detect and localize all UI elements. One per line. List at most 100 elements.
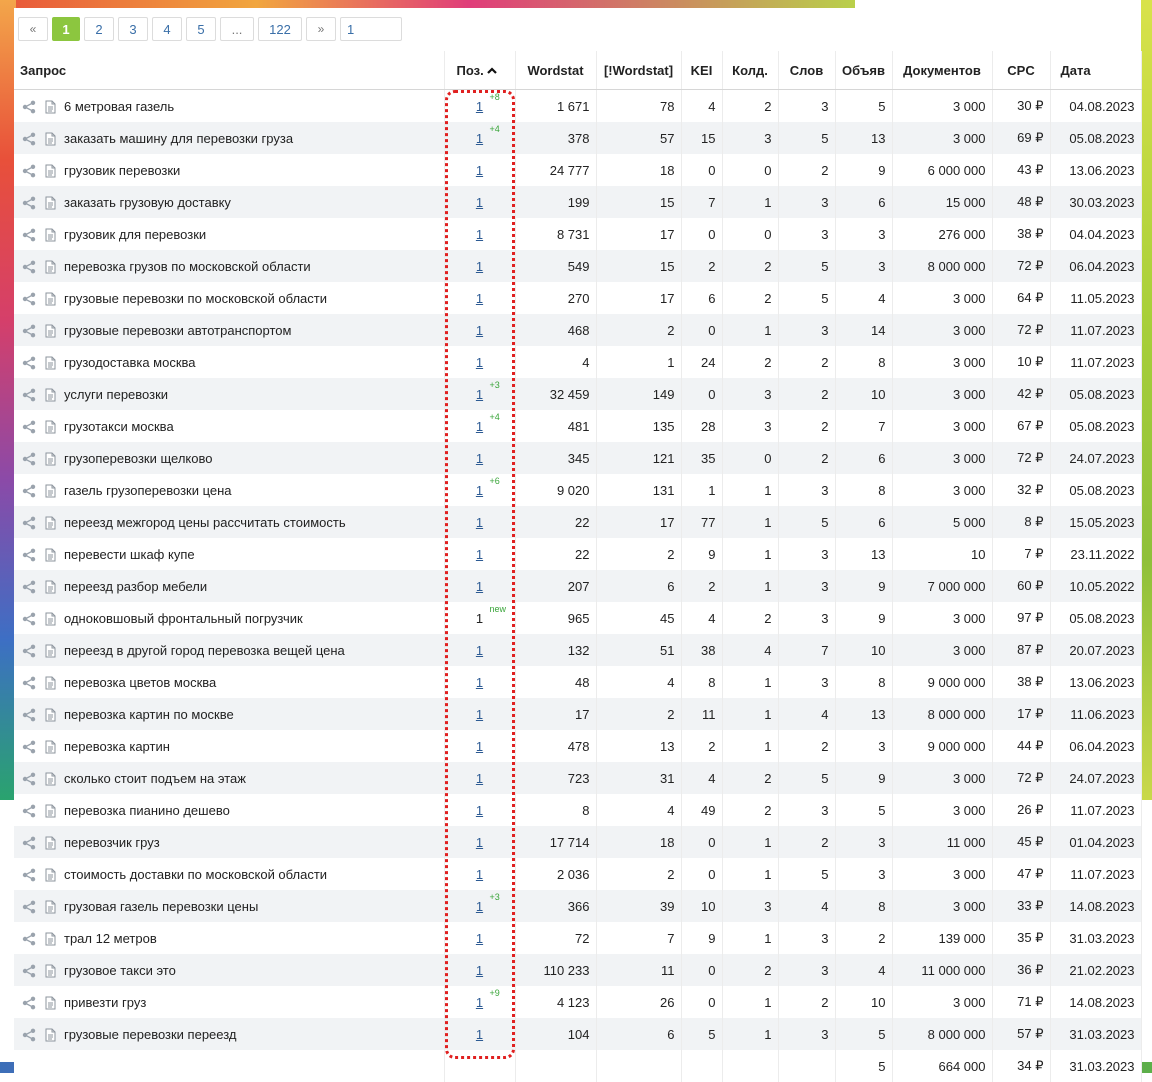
- col-header-pos[interactable]: Поз.: [444, 51, 515, 90]
- col-header-kei[interactable]: KEI: [681, 51, 722, 90]
- prev-page-button[interactable]: «: [18, 17, 48, 41]
- table-row[interactable]: грузовик перевозки124 7771800296 000 000…: [14, 154, 1141, 186]
- position-link[interactable]: 1: [476, 867, 483, 882]
- document-icon[interactable]: [43, 450, 57, 466]
- table-row[interactable]: сколько стоит подъем на этаж17233142593 …: [14, 762, 1141, 794]
- share-icon[interactable]: [22, 802, 36, 818]
- share-icon[interactable]: [22, 290, 36, 306]
- share-icon[interactable]: [22, 738, 36, 754]
- table-row[interactable]: грузовик для перевозки18 731170033276 00…: [14, 218, 1141, 250]
- document-icon[interactable]: [43, 770, 57, 786]
- share-icon[interactable]: [22, 130, 36, 146]
- share-icon[interactable]: [22, 418, 36, 434]
- position-link[interactable]: 1: [476, 963, 483, 978]
- document-icon[interactable]: [43, 354, 57, 370]
- share-icon[interactable]: [22, 162, 36, 178]
- position-link[interactable]: 1: [476, 675, 483, 690]
- position-link[interactable]: 1: [476, 739, 483, 754]
- share-icon[interactable]: [22, 706, 36, 722]
- document-icon[interactable]: [43, 514, 57, 530]
- share-icon[interactable]: [22, 386, 36, 402]
- position-link[interactable]: 1: [476, 323, 483, 338]
- table-row[interactable]: заказать грузовую доставку119915713615 0…: [14, 186, 1141, 218]
- table-row[interactable]: грузотакси москва1+4481135283273 00067 ₽…: [14, 410, 1141, 442]
- table-row[interactable]: грузовая газель перевозки цены1+33663910…: [14, 890, 1141, 922]
- table-row[interactable]: газель грузоперевозки цена1+69 020131113…: [14, 474, 1141, 506]
- share-icon[interactable]: [22, 258, 36, 274]
- position-link[interactable]: 1: [476, 131, 483, 146]
- document-icon[interactable]: [43, 738, 57, 754]
- position-link[interactable]: 1: [476, 99, 483, 114]
- document-icon[interactable]: [43, 674, 57, 690]
- share-icon[interactable]: [22, 1026, 36, 1042]
- col-header-kold[interactable]: Колд.: [722, 51, 778, 90]
- table-row[interactable]: перевозка картин14781321239 000 00044 ₽0…: [14, 730, 1141, 762]
- document-icon[interactable]: [43, 418, 57, 434]
- table-row[interactable]: перевозка цветов москва148481389 000 000…: [14, 666, 1141, 698]
- share-icon[interactable]: [22, 482, 36, 498]
- next-page-button[interactable]: »: [306, 17, 336, 41]
- position-link[interactable]: 1: [476, 163, 483, 178]
- page-button-5[interactable]: 5: [186, 17, 216, 41]
- document-icon[interactable]: [43, 642, 57, 658]
- share-icon[interactable]: [22, 610, 36, 626]
- share-icon[interactable]: [22, 962, 36, 978]
- position-link[interactable]: 1: [476, 579, 483, 594]
- position-link[interactable]: 1: [476, 227, 483, 242]
- share-icon[interactable]: [22, 578, 36, 594]
- document-icon[interactable]: [43, 866, 57, 882]
- document-icon[interactable]: [43, 130, 57, 146]
- share-icon[interactable]: [22, 450, 36, 466]
- col-header-date[interactable]: Дата: [1050, 51, 1141, 90]
- document-icon[interactable]: [43, 226, 57, 242]
- table-row[interactable]: грузовые перевозки по московской области…: [14, 282, 1141, 314]
- document-icon[interactable]: [43, 994, 57, 1010]
- position-link[interactable]: 1: [476, 451, 483, 466]
- table-row[interactable]: переезд в другой город перевозка вещей ц…: [14, 634, 1141, 666]
- col-header-cpc[interactable]: CPC: [992, 51, 1050, 90]
- share-icon[interactable]: [22, 834, 36, 850]
- table-row[interactable]: одноковшовый фронтальный погрузчик1new96…: [14, 602, 1141, 634]
- share-icon[interactable]: [22, 546, 36, 562]
- share-icon[interactable]: [22, 866, 36, 882]
- document-icon[interactable]: [43, 290, 57, 306]
- table-row[interactable]: перевозка картин по москве11721114138 00…: [14, 698, 1141, 730]
- share-icon[interactable]: [22, 98, 36, 114]
- position-link[interactable]: 1: [476, 195, 483, 210]
- page-number-input[interactable]: [340, 17, 402, 41]
- share-icon[interactable]: [22, 642, 36, 658]
- share-icon[interactable]: [22, 994, 36, 1010]
- table-row[interactable]: грузовое такси это1110 23311023411 000 0…: [14, 954, 1141, 986]
- position-link[interactable]: 1: [476, 707, 483, 722]
- table-row[interactable]: 5664 00034 ₽31.03.2023: [14, 1050, 1141, 1082]
- position-link[interactable]: 1: [476, 643, 483, 658]
- table-row[interactable]: грузовые перевозки автотранспортом146820…: [14, 314, 1141, 346]
- table-row[interactable]: перевозчик груз117 71418012311 00045 ₽01…: [14, 826, 1141, 858]
- position-link[interactable]: 1: [476, 899, 483, 914]
- position-link[interactable]: 1: [476, 547, 483, 562]
- share-icon[interactable]: [22, 514, 36, 530]
- document-icon[interactable]: [43, 930, 57, 946]
- position-link[interactable]: 1: [476, 419, 483, 434]
- col-header-query[interactable]: Запрос: [14, 51, 444, 90]
- share-icon[interactable]: [22, 194, 36, 210]
- position-link[interactable]: 1: [476, 771, 483, 786]
- page-button-4[interactable]: 4: [152, 17, 182, 41]
- position-link[interactable]: 1: [476, 515, 483, 530]
- page-button-1[interactable]: 1: [52, 17, 80, 41]
- document-icon[interactable]: [43, 258, 57, 274]
- col-header-wordstat[interactable]: Wordstat: [515, 51, 596, 90]
- document-icon[interactable]: [43, 546, 57, 562]
- document-icon[interactable]: [43, 834, 57, 850]
- share-icon[interactable]: [22, 322, 36, 338]
- table-row[interactable]: стоимость доставки по московской области…: [14, 858, 1141, 890]
- table-row[interactable]: переезд разбор мебели1207621397 000 0006…: [14, 570, 1141, 602]
- document-icon[interactable]: [43, 578, 57, 594]
- position-link[interactable]: 1: [476, 803, 483, 818]
- col-header-wordstat-exact[interactable]: [!Wordstat]: [596, 51, 681, 90]
- position-link[interactable]: 1: [476, 995, 483, 1010]
- share-icon[interactable]: [22, 226, 36, 242]
- position-link[interactable]: 1: [476, 1027, 483, 1042]
- position-link[interactable]: 1: [476, 931, 483, 946]
- document-icon[interactable]: [43, 322, 57, 338]
